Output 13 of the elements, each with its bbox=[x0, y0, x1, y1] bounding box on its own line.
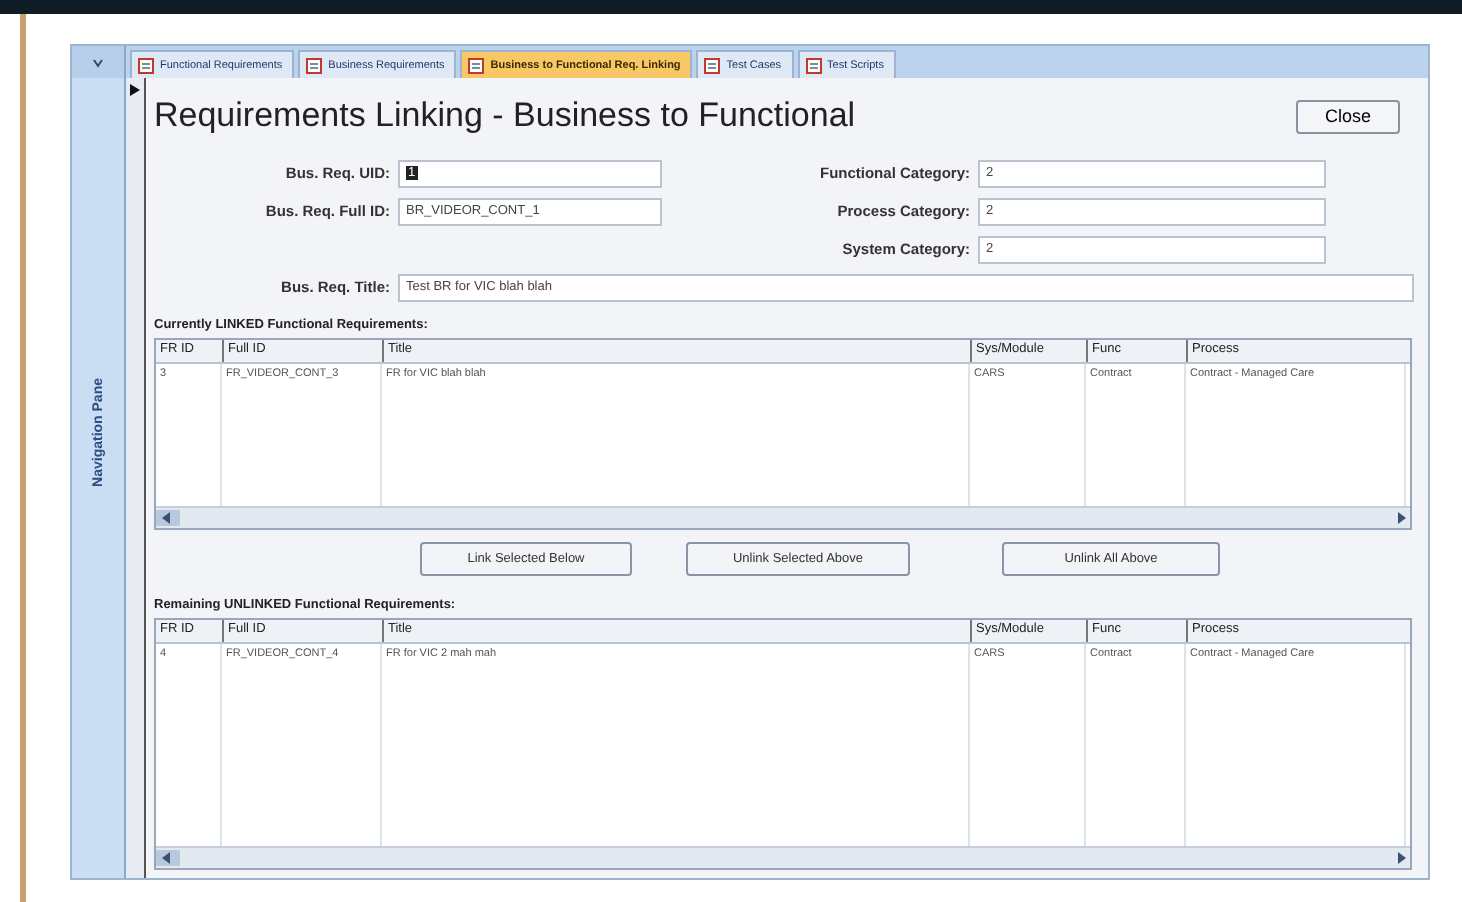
expand-icon[interactable] bbox=[91, 57, 105, 67]
form-icon bbox=[306, 57, 323, 73]
scroll-right-icon[interactable] bbox=[1394, 510, 1410, 526]
scroll-right-icon[interactable] bbox=[1394, 850, 1410, 866]
scroll-left-icon[interactable] bbox=[156, 850, 180, 866]
form-icon bbox=[805, 57, 822, 73]
form-icon bbox=[468, 57, 485, 73]
form-icon bbox=[704, 57, 721, 73]
scroll-left-icon[interactable] bbox=[156, 510, 180, 526]
record-pointer-icon bbox=[130, 84, 140, 96]
form-title: Requirements Linking - Business to Functional bbox=[154, 96, 856, 136]
close-button[interactable]: Close bbox=[1296, 99, 1400, 133]
form-icon bbox=[138, 57, 154, 73]
